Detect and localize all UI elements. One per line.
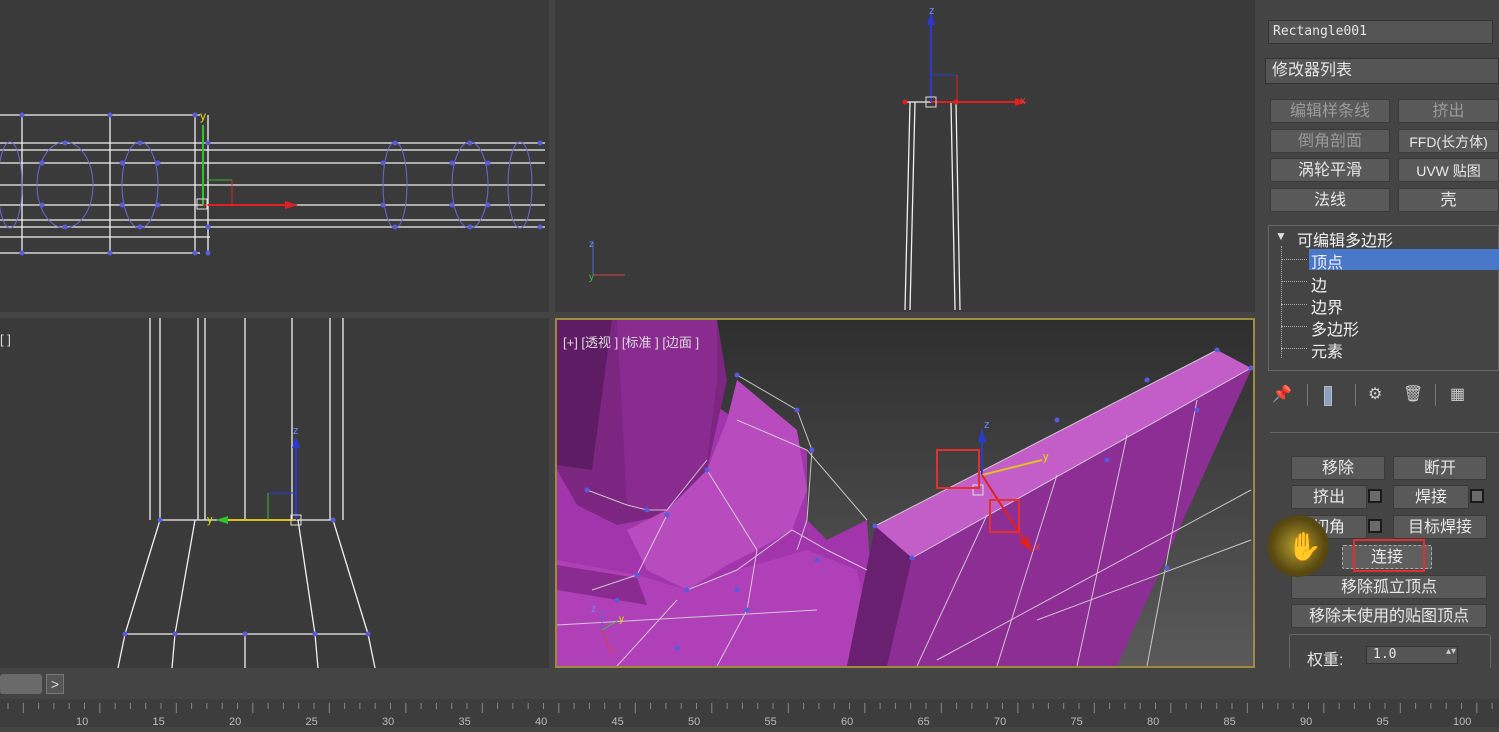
timeline-tick-label: 10 [76,716,89,728]
svg-text:z: z [293,425,299,437]
viewport-persp-label[interactable]: [+] [透视 ] [标准 ] [边面 ] [563,332,699,351]
timeline-tick-label: 85 [1223,716,1236,728]
break-button[interactable]: 断开 [1393,456,1487,480]
timeline: > 10 15 20 25 30 35 40 45 50 55 60 65 70 75 80 85 90 95 10… [0,668,1499,728]
timeline-tick-label: 55 [764,716,777,728]
modifier-button-extrude[interactable]: 挤出 [1398,99,1499,123]
collapse-triangle-icon[interactable]: ▼ [1275,229,1287,243]
pin-stack-icon[interactable]: 📌 [1272,384,1292,404]
timeline-ticks [7,703,1493,713]
svg-text:x: x [1035,541,1041,553]
remove-button[interactable]: 移除 [1291,456,1385,480]
timeline-tick-label: 30 [382,716,395,728]
modifier-button-edit-spline[interactable]: 编辑样条线 [1270,99,1390,123]
weight-spinner[interactable]: 1.0 [1366,646,1458,664]
stack-toolbar: 📌 ⚙ 🗑 ▦ [1270,384,1499,408]
object-name-field[interactable]: Rectangle001 [1268,20,1493,44]
modifier-button-bevel-profile[interactable]: 倒角剖面 [1270,129,1390,153]
modifier-button-ffd-box[interactable]: FFD(长方体) [1398,129,1499,153]
modifier-button-turbosmooth[interactable]: 涡轮平滑 [1270,158,1390,182]
timeline-tick-label: 60 [841,716,854,728]
stack-item-element[interactable]: 元素 [1311,338,1343,362]
stack-item-polygon[interactable]: 多边形 [1311,316,1359,340]
show-end-result-icon[interactable] [1324,386,1332,406]
stack-item-edge[interactable]: 边 [1311,272,1327,296]
svg-text:z: z [984,419,990,431]
perspective-mesh: z y x z y x [557,320,1253,666]
remove-unused-map-verts-button[interactable]: 移除未使用的贴图顶点 [1291,604,1487,628]
svg-text:z: z [929,5,935,17]
svg-text:y: y [1043,451,1049,463]
configure-sets-icon[interactable]: ▦ [1450,384,1465,404]
viewport-left[interactable]: [ ] z y [0,318,549,668]
left-wireframe: z y [117,318,376,668]
modifier-list-dropdown[interactable]: 修改器列表 [1265,58,1499,84]
stack-item-border[interactable]: 边界 [1311,294,1343,318]
viewport-front[interactable]: z x z y [555,0,1255,312]
timeline-tick-label: 75 [1070,716,1083,728]
timeline-tick-label: 95 [1376,716,1389,728]
viewport-perspective[interactable]: z y x z y x [+] [透视 ] [标准 ] [边面 ] [555,318,1255,668]
timeline-tick-label: 20 [229,716,242,728]
time-slider-thumb[interactable] [0,674,42,694]
svg-text:y: y [619,614,624,625]
svg-text:y: y [207,514,213,526]
hand-cursor-icon: ✋ [1287,531,1322,562]
modifier-button-shell[interactable]: 壳 [1398,188,1499,212]
chamfer-settings-button[interactable] [1368,519,1382,533]
timeline-tick-label: 25 [305,716,318,728]
front-wireframe: z x z y [589,5,1027,311]
timeline-tick-label: 80 [1147,716,1160,728]
svg-text:x: x [1020,95,1026,107]
make-unique-icon[interactable]: ⚙ [1368,384,1382,404]
timeline-tick-label: 35 [458,716,471,728]
timeline-tick-label: 70 [994,716,1007,728]
connect-highlight-box [1353,539,1425,572]
modifier-stack: ▼ 可编辑多边形 顶点 边 边界 多边形 元素 [1268,225,1499,371]
highlight-box-vertex-1 [936,449,980,489]
modifier-button-uvw-map[interactable]: UVW 贴图 [1398,158,1499,182]
stack-item-vertex[interactable]: 顶点 [1311,249,1343,273]
highlight-box-vertex-2 [989,499,1020,533]
timeline-tick-label: 90 [1300,716,1313,728]
timeline-tick-label: 15 [152,716,165,728]
timeline-tick-label: 100 [1453,716,1472,728]
timeline-tick-label: 50 [688,716,701,728]
timeline-tick-label: 65 [917,716,930,728]
timeline-tick-label: 40 [535,716,548,728]
svg-text:y: y [200,109,206,123]
timeline-tick-label: 45 [611,716,624,728]
svg-text:z: z [591,604,596,615]
viewport-top[interactable]: y [0,0,549,312]
svg-text:z: z [589,239,594,250]
weight-label: 权重: [1307,652,1344,668]
weld-button[interactable]: 焊接 [1393,485,1469,509]
delete-modifier-icon[interactable]: 🗑 [1403,384,1423,404]
extrude-settings-button[interactable] [1368,489,1382,503]
svg-text:x: x [609,645,614,656]
command-panel: Rectangle001 修改器列表 编辑样条线 挤出 倒角剖面 FFD(长方体… [1260,0,1499,668]
track-bar[interactable] [0,699,1499,727]
svg-text:y: y [589,272,594,283]
top-wireframe: y [0,109,545,256]
modifier-button-normal[interactable]: 法线 [1270,188,1390,212]
stack-item-editable-poly[interactable]: 可编辑多边形 [1297,227,1393,251]
remove-isolated-vertices-button[interactable]: 移除孤立顶点 [1291,575,1487,599]
extrude-button[interactable]: 挤出 [1291,485,1367,509]
spinner-arrows-icon[interactable]: ▴▾ [1446,646,1456,657]
target-weld-button[interactable]: 目标焊接 [1393,515,1487,539]
weld-settings-button[interactable] [1470,489,1484,503]
next-frame-button[interactable]: > [46,674,64,694]
